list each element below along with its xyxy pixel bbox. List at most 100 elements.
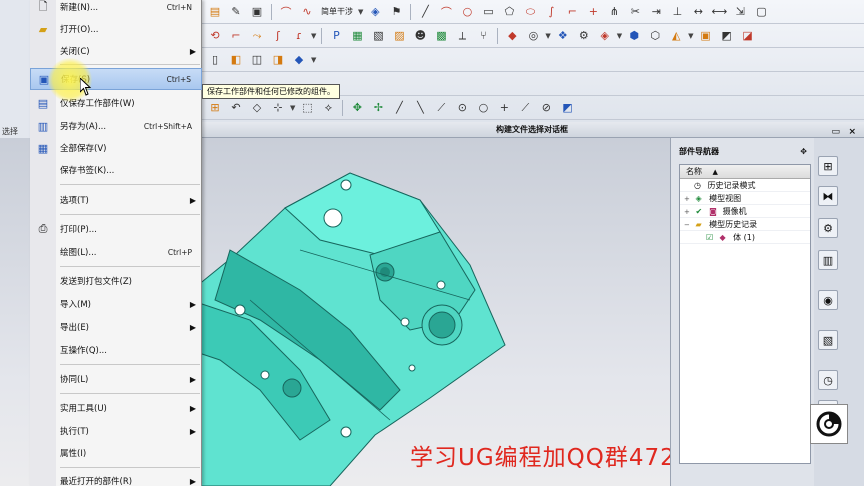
cube-blue-icon[interactable]: ◩: [558, 99, 576, 117]
fillet-icon[interactable]: ⌐: [563, 3, 581, 21]
menu-item-save-bookmark[interactable]: 保存书签(K)...: [30, 159, 202, 181]
interference-icon[interactable]: ◈: [366, 3, 384, 21]
offset-curve-icon[interactable]: ⋔: [605, 3, 623, 21]
cube-red-icon[interactable]: ◪: [739, 27, 757, 45]
navigator-tree[interactable]: 名称 ▲ ◷ 历史记录模式 + ◈ 模型视图 + ✔ ◙ 摄像机 − ▰ 模型历…: [679, 164, 811, 464]
menu-item-collaborate[interactable]: 协同(L) ▶: [30, 368, 202, 390]
undo-icon[interactable]: ↶: [227, 99, 245, 117]
dimension-icon[interactable]: ↔: [689, 3, 707, 21]
menu-item-recent-parts[interactable]: 最近打开的部件(R) ▶: [30, 470, 202, 486]
window-icon[interactable]: ▢: [752, 3, 770, 21]
filter-icon[interactable]: ◇: [248, 99, 266, 117]
line-icon[interactable]: ⟋: [432, 99, 450, 117]
menu-item-utilities[interactable]: 实用工具(U) ▶: [30, 397, 202, 419]
menu-item-export[interactable]: 导出(E) ▶: [30, 316, 202, 338]
bend-icon[interactable]: ⌐: [227, 27, 245, 45]
menu-item-import[interactable]: 导入(M) ▶: [30, 293, 202, 315]
layer-icon[interactable]: ▦: [348, 27, 366, 45]
menu-item-properties[interactable]: 属性(I): [30, 442, 202, 464]
menu-item-execute[interactable]: 执行(T) ▶: [30, 420, 202, 442]
snap-icon[interactable]: ✥: [348, 99, 366, 117]
menu-item-plot[interactable]: 绘图(L)... Ctrl+P: [30, 241, 202, 263]
measure-icon[interactable]: ⟂: [453, 27, 471, 45]
corner-icon[interactable]: ɾ: [290, 27, 308, 45]
palette-icon[interactable]: ▩: [432, 27, 450, 45]
quadrant-icon[interactable]: ⊘: [537, 99, 555, 117]
constraint-icon[interactable]: ⬡: [646, 27, 664, 45]
tree-row-model-history[interactable]: − ▰ 模型历史记录: [680, 218, 810, 231]
boolean-icon[interactable]: ◈: [596, 27, 614, 45]
hook-icon[interactable]: ʃ: [269, 27, 287, 45]
point-icon[interactable]: +: [584, 3, 602, 21]
pin-icon[interactable]: ✥: [800, 144, 807, 160]
layout-icon[interactable]: ▣: [248, 3, 266, 21]
menu-item-save-as[interactable]: ▥ 另存为(A)... Ctrl+Shift+A: [30, 115, 202, 137]
spline-icon[interactable]: ∫: [542, 3, 560, 21]
pmi-icon[interactable]: P: [327, 27, 345, 45]
menu-item-close[interactable]: 关闭(C) ▶: [30, 40, 202, 62]
reuse-library-icon[interactable]: ▥: [818, 250, 838, 270]
palette-icon[interactable]: ▧: [818, 330, 838, 350]
polygon-icon[interactable]: ⬠: [500, 3, 518, 21]
constraint-icon[interactable]: ⊥: [668, 3, 686, 21]
checkbox-icon[interactable]: ☑: [706, 231, 717, 244]
mirror-icon[interactable]: ⟷: [710, 3, 728, 21]
tree-row-body[interactable]: ☑ ◆ 体 (1): [680, 231, 810, 244]
grid-icon[interactable]: ▧: [369, 27, 387, 45]
box-select-icon[interactable]: ⬚: [298, 99, 316, 117]
lasso-icon[interactable]: ⟡: [319, 99, 337, 117]
select-icon[interactable]: ⊞: [206, 99, 224, 117]
center-point-icon[interactable]: ⊙: [453, 99, 471, 117]
chevron-down-icon[interactable]: ▼: [617, 32, 622, 40]
end-point-icon[interactable]: ╱: [390, 99, 408, 117]
tangent-icon[interactable]: ⟋: [516, 99, 534, 117]
chevron-down-icon[interactable]: ▼: [688, 32, 693, 40]
tree-row-history-mode[interactable]: ◷ 历史记录模式: [680, 179, 810, 192]
menu-item-options[interactable]: 选项(T) ▶: [30, 189, 202, 211]
box-icon[interactable]: ▣: [697, 27, 715, 45]
menu-item-save-all[interactable]: ▦ 全部保存(V): [30, 137, 202, 159]
curve-icon[interactable]: ∿: [298, 3, 316, 21]
constraint-navigator-icon[interactable]: ⧓: [818, 186, 838, 206]
rotate-icon[interactable]: ⟲: [206, 27, 224, 45]
gear-icon[interactable]: ⚙: [575, 27, 593, 45]
assembly-navigator-icon[interactable]: ⊞: [818, 156, 838, 176]
wireframe-icon[interactable]: ◫: [248, 51, 266, 69]
fork-icon[interactable]: ⑂: [474, 27, 492, 45]
shade-icon[interactable]: ◧: [227, 51, 245, 69]
cross-icon[interactable]: +: [495, 99, 513, 117]
ellipse-icon[interactable]: ⬭: [521, 3, 539, 21]
iso-view-icon[interactable]: ◆: [290, 51, 308, 69]
rectangle-icon[interactable]: ▭: [479, 3, 497, 21]
trim-icon[interactable]: ✂: [626, 3, 644, 21]
menu-item-send-to-package[interactable]: 发送到打包文件(Z): [30, 270, 202, 292]
circle-icon[interactable]: ○: [458, 3, 476, 21]
line-icon[interactable]: ╱: [416, 3, 434, 21]
pencil-icon[interactable]: ✎: [227, 3, 245, 21]
circle-icon[interactable]: ○: [474, 99, 492, 117]
open-folder-icon[interactable]: ▤: [206, 3, 224, 21]
chevron-down-icon[interactable]: ▼: [311, 32, 316, 40]
menu-item-interoperate[interactable]: 互操作(Q)...: [30, 339, 202, 361]
pattern-icon[interactable]: ❖: [554, 27, 572, 45]
flag-icon[interactable]: ⚑: [387, 3, 405, 21]
image-icon[interactable]: ▨: [390, 27, 408, 45]
extend-icon[interactable]: ⇥: [647, 3, 665, 21]
web-browser-icon[interactable]: ◉: [818, 290, 838, 310]
feature-icon[interactable]: ◆: [503, 27, 521, 45]
chevron-down-icon[interactable]: ▼: [290, 104, 295, 112]
history-icon[interactable]: ◷: [818, 370, 838, 390]
view-icon[interactable]: ▯: [206, 51, 224, 69]
tree-row-model-views[interactable]: + ◈ 模型视图: [680, 192, 810, 205]
chevron-down-icon[interactable]: ▼: [358, 8, 363, 16]
snap-point-icon[interactable]: ✢: [369, 99, 387, 117]
component-icon[interactable]: ◭: [667, 27, 685, 45]
animal-icon[interactable]: ☻: [411, 27, 429, 45]
simple-interference-label[interactable]: 简单干涉: [319, 6, 355, 17]
solid-icon[interactable]: ◨: [269, 51, 287, 69]
arc-icon[interactable]: ⌒: [437, 3, 455, 21]
sketch-icon[interactable]: ⌒: [277, 3, 295, 21]
part-navigator-icon[interactable]: ⚙: [818, 218, 838, 238]
menu-item-new[interactable]: 🗋 新建(N)... Ctrl+N: [30, 0, 202, 18]
menu-item-print[interactable]: ⎙ 打印(P)...: [30, 218, 202, 240]
